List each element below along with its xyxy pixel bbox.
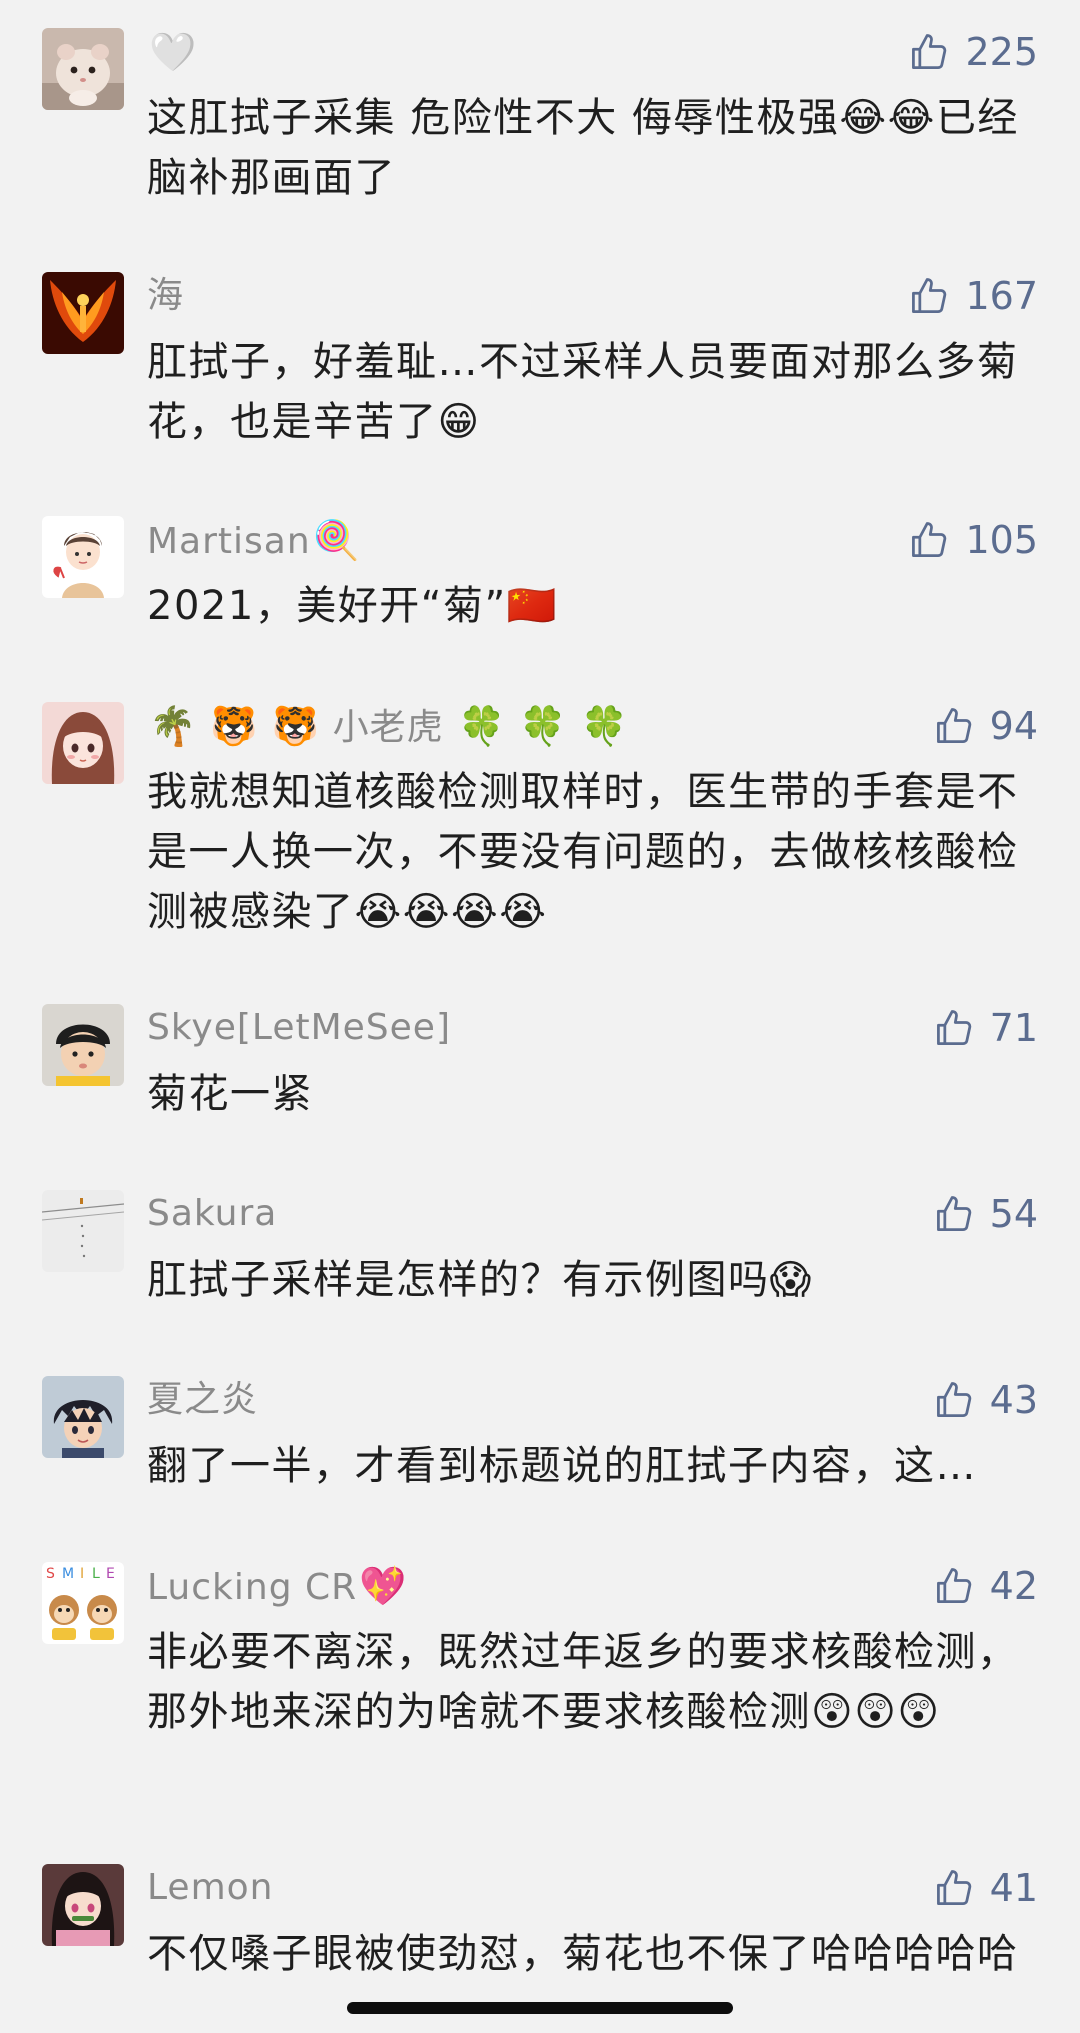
svg-text:E: E bbox=[106, 1566, 115, 1582]
comment-text: 肛拭子，好羞耻…不过采样人员要面对那么多菊花，也是辛苦了😁 bbox=[147, 339, 1019, 445]
svg-text:M: M bbox=[62, 1566, 74, 1582]
avatar[interactable]: S M I L E bbox=[42, 1562, 124, 1644]
svg-text:S: S bbox=[46, 1566, 55, 1582]
svg-text:L: L bbox=[92, 1566, 100, 1582]
like-count: 71 bbox=[989, 1006, 1038, 1050]
comment-text: 肛拭子采样是怎样的？有示例图吗😱 bbox=[147, 1257, 813, 1303]
hamster-avatar-icon bbox=[42, 28, 124, 110]
avatar[interactable] bbox=[42, 1864, 124, 1946]
like-count: 54 bbox=[989, 1192, 1038, 1236]
like-count: 41 bbox=[989, 1866, 1038, 1910]
username[interactable]: 海 bbox=[147, 274, 184, 318]
like-button[interactable]: 43 bbox=[932, 1378, 1038, 1422]
like-count: 94 bbox=[989, 704, 1038, 748]
avatar[interactable] bbox=[42, 1190, 124, 1272]
sparkling-heart-icon: 💖 bbox=[359, 1564, 408, 1608]
avatar[interactable] bbox=[42, 1376, 124, 1458]
comment-text: 这肛拭子采集 危险性不大 侮辱性极强😂😂已经脑补那画面了 bbox=[147, 95, 1019, 201]
monkeys-smile-avatar-icon: S M I L E bbox=[42, 1562, 124, 1644]
like-count: 167 bbox=[965, 274, 1038, 318]
comment-text: 菊花一紧 bbox=[147, 1071, 313, 1117]
username[interactable]: Lemon bbox=[147, 1866, 273, 1910]
like-button[interactable]: 71 bbox=[932, 1006, 1038, 1050]
avatar[interactable] bbox=[42, 28, 124, 110]
comment-text: 2021，美好开“菊”🇨🇳 bbox=[147, 583, 559, 629]
avatar[interactable] bbox=[42, 702, 124, 784]
thumbs-up-icon bbox=[907, 518, 951, 562]
thumbs-up-icon bbox=[932, 1564, 976, 1608]
lollipop-icon: 🍭 bbox=[312, 518, 361, 562]
username[interactable]: Martisan🍭 bbox=[147, 518, 361, 564]
anime-girl-bamboo-avatar-icon bbox=[42, 1864, 124, 1946]
like-button[interactable]: 94 bbox=[932, 704, 1038, 748]
username[interactable]: Lucking CR💖 bbox=[147, 1564, 407, 1610]
like-count: 105 bbox=[965, 518, 1038, 562]
like-button[interactable]: 54 bbox=[932, 1192, 1038, 1236]
comment-text: 我就想知道核酸检测取样时，医生带的手套是不是一人换一次，不要没有问题的，去做核核… bbox=[147, 769, 1019, 935]
username[interactable]: 🤍 bbox=[147, 30, 197, 76]
avatar[interactable] bbox=[42, 516, 124, 598]
thumbs-up-icon bbox=[907, 274, 951, 318]
thumbs-up-icon bbox=[932, 1378, 976, 1422]
like-button[interactable]: 42 bbox=[932, 1564, 1038, 1608]
cartoon-boy-avatar-icon bbox=[42, 516, 124, 598]
baby-avatar-icon bbox=[42, 1004, 124, 1086]
white-heart-icon: 🤍 bbox=[149, 30, 198, 74]
username[interactable]: Skye[LetMeSee] bbox=[147, 1006, 451, 1050]
thumbs-up-icon bbox=[932, 704, 976, 748]
username[interactable]: 🌴 🐯 🐯 小老虎 🍀 🍀 🍀 bbox=[147, 704, 629, 750]
comment-text: 不仅嗓子眼被使劲怼，菊花也不保了哈哈哈哈哈 bbox=[147, 1931, 1019, 1977]
thumbs-up-icon bbox=[932, 1192, 976, 1236]
username[interactable]: Sakura bbox=[147, 1192, 277, 1236]
thumbs-up-icon bbox=[907, 30, 951, 74]
like-count: 225 bbox=[965, 30, 1038, 74]
username[interactable]: 夏之炎 bbox=[147, 1378, 258, 1422]
like-button[interactable]: 167 bbox=[907, 274, 1038, 318]
comment-text: 翻了一半，才看到标题说的肛拭子内容，这… bbox=[147, 1443, 977, 1489]
avatar[interactable] bbox=[42, 1004, 124, 1086]
thumbs-up-icon bbox=[932, 1006, 976, 1050]
like-button[interactable]: 225 bbox=[907, 30, 1038, 74]
like-button[interactable]: 41 bbox=[932, 1866, 1038, 1910]
anime-girl-avatar-icon bbox=[42, 702, 124, 784]
comment-text: 非必要不离深，既然过年返乡的要求核酸检测，那外地来深的为啥就不要求核酸检测😲😲😲 bbox=[147, 1629, 1019, 1735]
thumbs-up-icon bbox=[932, 1866, 976, 1910]
avatar[interactable] bbox=[42, 272, 124, 354]
clover-icons: 🍀 🍀 🍀 bbox=[458, 704, 630, 748]
snow-scene-avatar-icon bbox=[42, 1190, 124, 1272]
home-indicator[interactable] bbox=[347, 2002, 733, 2014]
like-count: 43 bbox=[989, 1378, 1038, 1422]
like-button[interactable]: 105 bbox=[907, 518, 1038, 562]
anime-boy-avatar-icon bbox=[42, 1376, 124, 1458]
phoenix-avatar-icon bbox=[42, 272, 124, 354]
like-count: 42 bbox=[989, 1564, 1038, 1608]
palm-tiger-icons: 🌴 🐯 🐯 bbox=[149, 704, 321, 748]
svg-text:I: I bbox=[80, 1566, 84, 1582]
